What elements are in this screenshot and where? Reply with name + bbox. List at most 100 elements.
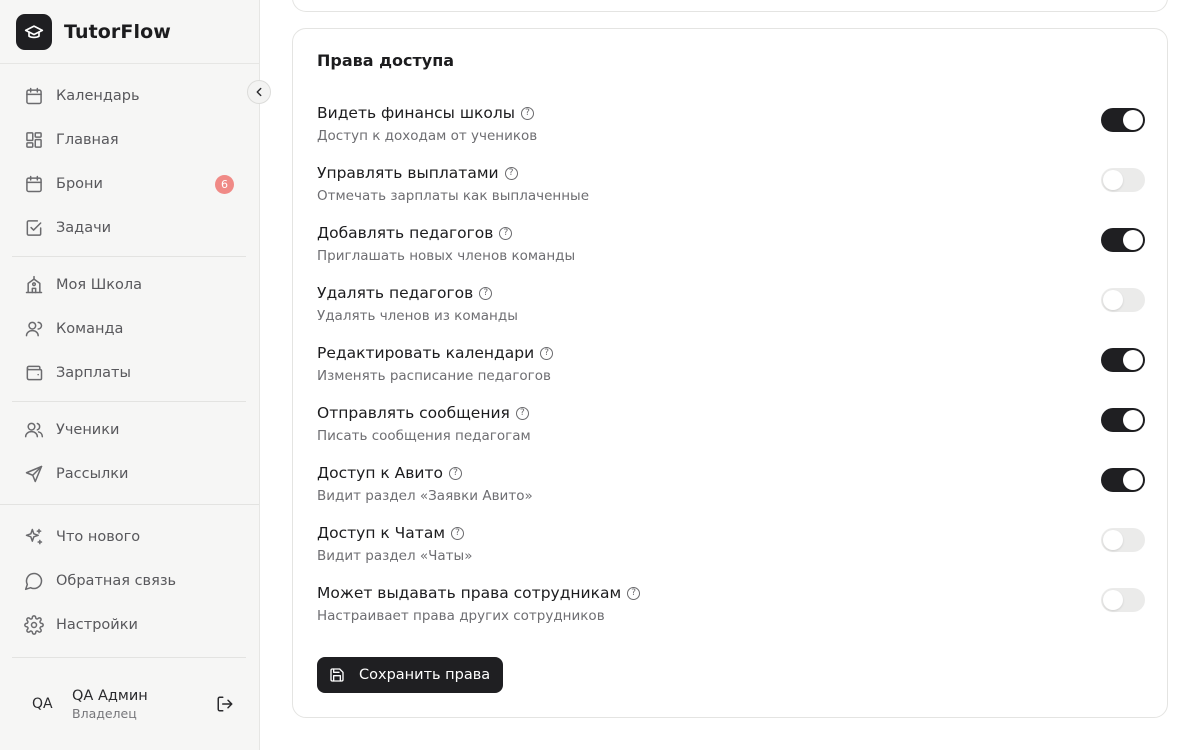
users-icon (24, 420, 44, 440)
dashboard-icon (24, 130, 44, 150)
permission-description: Настраивает права других сотрудников (317, 608, 605, 624)
toggle-knob (1123, 470, 1143, 490)
wallet-icon (24, 363, 44, 383)
sidebar-item-label: Что нового (56, 529, 141, 545)
sidebar: TutorFlow Календарь Главная Брони 6 Зада… (0, 0, 260, 750)
permission-toggle[interactable] (1101, 528, 1145, 552)
sidebar-item-team[interactable]: Команда (12, 311, 246, 347)
permission-description: Отмечать зарплаты как выплаченные (317, 188, 590, 204)
sidebar-item-label: Моя Школа (56, 277, 143, 293)
sidebar-item-label: Задачи (56, 220, 112, 236)
permission-toggle[interactable] (1101, 288, 1145, 312)
permission-description: Писать сообщения педагогам (317, 428, 531, 444)
sidebar-item-label: Брони (56, 176, 103, 192)
permission-toggle[interactable] (1101, 348, 1145, 372)
permission-toggle[interactable] (1101, 588, 1145, 612)
logout-icon[interactable] (215, 694, 235, 714)
permission-title: Видеть финансы школы (317, 104, 516, 122)
sidebar-item-whats-new[interactable]: Что нового (12, 519, 246, 555)
user-role: Владелец (72, 706, 137, 721)
toggle-knob (1123, 350, 1143, 370)
graduation-cap-icon (16, 14, 52, 50)
divider (12, 256, 246, 257)
permission-row: Доступ к Авито? Видит раздел «Заявки Ави… (317, 464, 1145, 512)
sidebar-item-label: Рассылки (56, 466, 129, 482)
sidebar-item-label: Настройки (56, 617, 138, 633)
checkbox-icon (24, 218, 44, 238)
sidebar-item-my-school[interactable]: Моя Школа (12, 267, 246, 303)
toggle-knob (1123, 110, 1143, 130)
divider (12, 401, 246, 402)
permission-description: Доступ к доходам от учеников (317, 128, 538, 144)
permission-row: Удалять педагогов? Удалять членов из ком… (317, 284, 1145, 332)
sidebar-item-label: Зарплаты (56, 365, 131, 381)
sidebar-item-home[interactable]: Главная (12, 122, 246, 158)
divider (0, 63, 259, 64)
sidebar-item-label: Ученики (56, 422, 120, 438)
sidebar-item-label: Команда (56, 321, 124, 337)
sidebar-item-feedback[interactable]: Обратная связь (12, 563, 246, 599)
sidebar-item-settings[interactable]: Настройки (12, 607, 246, 643)
permission-title: Может выдавать права сотрудникам (317, 584, 622, 602)
calendar-icon (24, 174, 44, 194)
toggle-knob (1103, 590, 1123, 610)
permission-row: Может выдавать права сотрудникам? Настра… (317, 584, 1145, 632)
help-icon[interactable]: ? (627, 586, 641, 600)
save-permissions-button[interactable]: Сохранить права (317, 657, 504, 693)
help-icon[interactable]: ? (451, 526, 465, 540)
permission-row: Управлять выплатами? Отмечать зарплаты к… (317, 164, 1145, 212)
user-profile[interactable]: QA QA Админ Владелец (12, 678, 246, 730)
permission-title: Доступ к Авито (317, 464, 443, 482)
permission-toggle[interactable] (1101, 408, 1145, 432)
toggle-knob (1123, 410, 1143, 430)
chevron-left-icon (252, 85, 266, 99)
send-icon (24, 464, 44, 484)
user-name: QA Админ (72, 688, 148, 704)
permission-row: Отправлять сообщения? Писать сообщения п… (317, 404, 1145, 452)
permission-toggle[interactable] (1101, 108, 1145, 132)
collapse-sidebar-button[interactable] (247, 80, 271, 104)
permission-row: Редактировать календари? Изменять распис… (317, 344, 1145, 392)
permission-toggle[interactable] (1101, 168, 1145, 192)
permission-row: Видеть финансы школы? Доступ к доходам о… (317, 104, 1145, 152)
avatar: QA (32, 696, 53, 712)
permission-description: Удалять членов из команды (317, 308, 518, 324)
save-icon (329, 667, 345, 683)
toggle-knob (1123, 230, 1143, 250)
app-name: TutorFlow (64, 21, 171, 43)
brand[interactable]: TutorFlow (16, 14, 171, 50)
sparkles-icon (24, 527, 44, 547)
help-icon[interactable]: ? (515, 406, 529, 420)
toggle-knob (1103, 170, 1123, 190)
permission-row: Добавлять педагогов? Приглашать новых чл… (317, 224, 1145, 272)
card-title: Права доступа (317, 51, 455, 70)
school-icon (24, 275, 44, 295)
sidebar-item-mailings[interactable]: Рассылки (12, 456, 246, 492)
permission-title: Управлять выплатами (317, 164, 499, 182)
gear-icon (24, 615, 44, 635)
permission-toggle[interactable] (1101, 468, 1145, 492)
help-icon[interactable]: ? (521, 106, 535, 120)
sidebar-item-calendar[interactable]: Календарь (12, 78, 246, 114)
permission-title: Удалять педагогов (317, 284, 474, 302)
help-icon[interactable]: ? (449, 466, 462, 480)
notification-badge: 6 (215, 175, 234, 194)
help-icon[interactable]: ? (499, 226, 513, 240)
sidebar-item-students[interactable]: Ученики (12, 412, 246, 448)
permission-description: Приглашать новых членов команды (317, 248, 576, 264)
help-icon[interactable]: ? (479, 286, 493, 300)
toggle-knob (1103, 530, 1123, 550)
sidebar-item-tasks[interactable]: Задачи (12, 210, 246, 246)
permission-description: Изменять расписание педагогов (317, 368, 551, 384)
sidebar-item-label: Обратная связь (56, 573, 177, 589)
sidebar-item-salaries[interactable]: Зарплаты (12, 355, 246, 391)
sidebar-item-bookings[interactable]: Брони 6 (12, 166, 246, 202)
permission-title: Добавлять педагогов (317, 224, 494, 242)
divider (12, 657, 246, 658)
toggle-knob (1103, 290, 1123, 310)
help-icon[interactable]: ? (540, 346, 554, 360)
permission-row: Доступ к Чатам? Видит раздел «Чаты» (317, 524, 1145, 572)
help-icon[interactable]: ? (504, 166, 518, 180)
permission-toggle[interactable] (1101, 228, 1145, 252)
save-button-label: Сохранить права (359, 667, 491, 683)
